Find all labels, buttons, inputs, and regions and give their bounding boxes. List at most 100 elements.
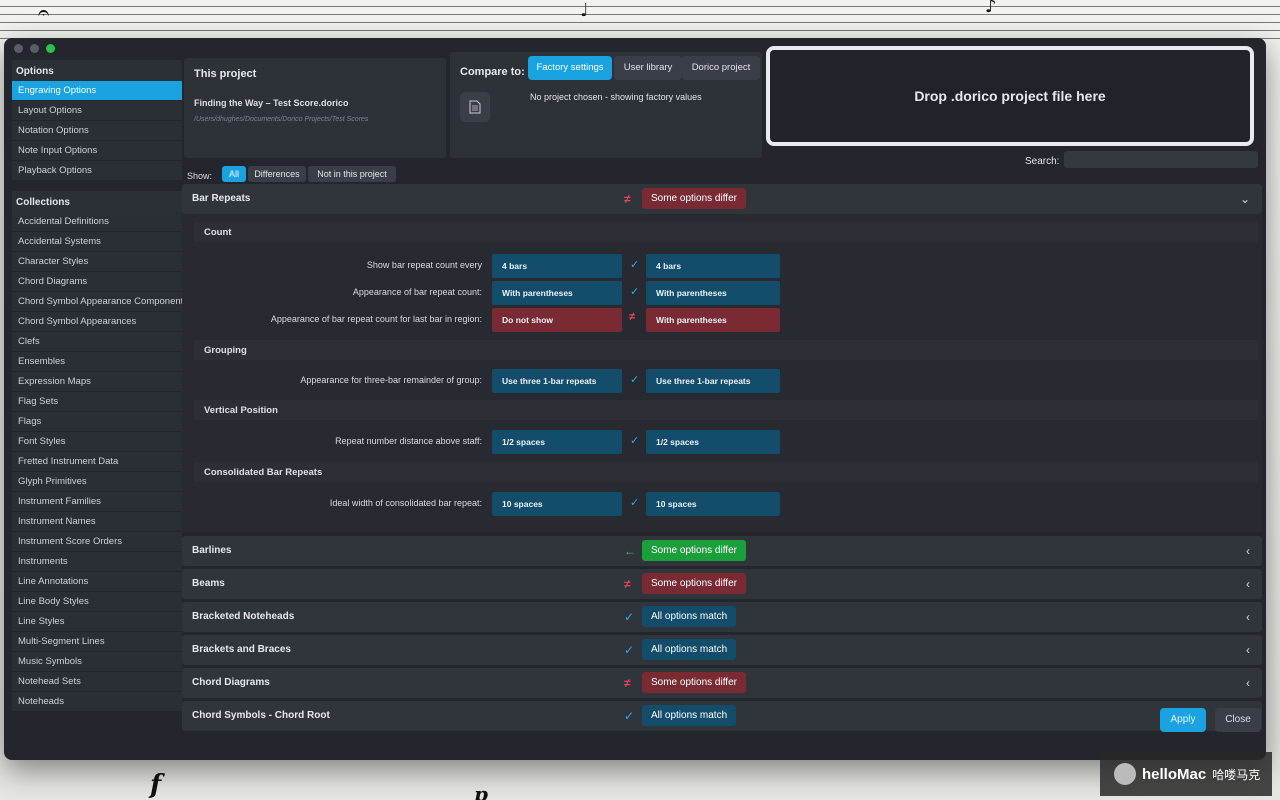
filter-differences[interactable]: Differences [248,166,306,182]
section-barlines[interactable]: Barlines ← Some options differ ‹ [182,536,1262,566]
compare-value: With parentheses [646,308,780,332]
sidebar-item-collection[interactable]: Accidental Systems [12,232,182,251]
section-beams[interactable]: Beams ≠ Some options differ ‹ [182,569,1262,599]
status-badge: Some options differ [642,573,746,594]
section-brackets-and-braces[interactable]: Brackets and Braces ✓ All options match … [182,635,1262,665]
sidebar-item-note-input-options[interactable]: Note Input Options [12,141,182,160]
minimize-window-button[interactable] [30,44,39,53]
sidebar-item-notation-options[interactable]: Notation Options [12,121,182,140]
sidebar-item-collection[interactable]: Expression Maps [12,372,182,391]
dynamic-piano: p [474,782,488,800]
sidebar-item-collection[interactable]: Instruments [12,552,182,571]
sidebar-item-collection[interactable]: Line Annotations [12,572,182,591]
status-badge: Some options differ [642,188,746,209]
section-chord-diagrams[interactable]: Chord Diagrams ≠ Some options differ ‹ [182,668,1262,698]
sidebar-item-collection[interactable]: Font Styles [12,432,182,451]
sidebar-item-playback-options[interactable]: Playback Options [12,161,182,180]
filter-all[interactable]: All [222,166,246,182]
chevron-left-icon[interactable]: ‹ [1246,544,1250,558]
project-value: 4 bars [492,254,622,278]
tab-factory-settings[interactable]: Factory settings [528,56,612,80]
sidebar-item-collection[interactable]: Clefs [12,332,182,351]
check-icon: ✓ [624,709,635,723]
watermark: helloMac 哈喽马克 [1100,752,1272,796]
sidebar-item-collection[interactable]: Multi-Segment Lines [12,632,182,651]
show-label: Show: [187,171,213,181]
sidebar-item-collection[interactable]: Instrument Names [12,512,182,531]
project-file-path: /Users/dhughes/Documents/Dorico Projects… [194,116,369,123]
dynamic-forte: f [150,770,162,800]
compare-value: 10 spaces [646,492,780,516]
status-badge: All options match [642,606,737,627]
check-icon: ✓ [630,374,640,386]
compare-value: Use three 1-bar repeats [646,369,780,393]
sidebar-item-collection[interactable]: Flags [12,412,182,431]
chevron-left-icon[interactable]: ‹ [1246,610,1250,624]
sidebar-item-collection[interactable]: Accidental Definitions [12,212,182,231]
sidebar-item-collection[interactable]: Fretted Instrument Data [12,452,182,471]
sidebar-item-collection[interactable]: Flag Sets [12,392,182,411]
watermark-brand: helloMac [1142,765,1207,783]
chevron-left-icon[interactable]: ‹ [1246,676,1250,690]
project-value: Use three 1-bar repeats [492,369,622,393]
sidebar-item-collection[interactable]: Noteheads [12,692,182,711]
sidebar-item-collection[interactable]: Line Styles [12,612,182,631]
section-chord-symbols-chord-root[interactable]: Chord Symbols - Chord Root ✓ All options… [182,701,1262,731]
sidebar-item-collection[interactable]: Glyph Primitives [12,472,182,491]
status-badge: All options match [642,639,737,660]
sidebar-item-collection[interactable]: Chord Diagrams [12,272,182,291]
project-value: Do not show [492,308,622,332]
sidebar-item-collection[interactable]: Character Styles [12,252,182,271]
section-bar-repeats[interactable]: Bar Repeats ≠ Some options differ ⌄ [182,184,1262,214]
sidebar-item-layout-options[interactable]: Layout Options [12,101,182,120]
tab-user-library[interactable]: User library [614,56,682,80]
hellomac-logo-icon [1114,763,1136,785]
sidebar-item-collection[interactable]: Instrument Score Orders [12,532,182,551]
sidebar-item-collection[interactable]: Ensembles [12,352,182,371]
drop-zone[interactable]: Drop .dorico project file here [766,46,1254,146]
status-badge: Some options differ [642,540,746,561]
choose-file-button[interactable] [460,92,490,122]
sidebar-item-collection[interactable]: Instrument Families [12,492,182,511]
tab-dorico-project[interactable]: Dorico project [682,56,760,80]
this-project-title: This project [194,68,257,80]
arrow-left-icon: ← [624,544,636,558]
group-vertical-position: Vertical Position [194,400,1258,420]
options-header: Options [12,60,182,81]
sidebar-item-collection[interactable]: Chord Symbol Appearances [12,312,182,331]
sidebar-item-collection[interactable]: Notehead Sets [12,672,182,691]
compare-value: 4 bars [646,254,780,278]
close-window-button[interactable] [14,44,23,53]
group-grouping: Grouping [194,340,1258,360]
window-controls [14,44,55,53]
chevron-left-icon[interactable]: ‹ [1246,577,1250,591]
compare-status: No project chosen - showing factory valu… [530,92,702,102]
sidebar-item-collection[interactable]: Music Symbols [12,652,182,671]
document-icon [469,100,481,114]
options-list: Bar Repeats ≠ Some options differ ⌄ Coun… [182,184,1264,754]
section-title: Chord Diagrams [192,677,270,688]
note-icon: ♩ [580,0,589,21]
sidebar-item-collection[interactable]: Chord Symbol Appearance Components [12,292,182,311]
close-button[interactable]: Close [1215,708,1261,732]
status-badge: Some options differ [642,672,746,693]
check-icon: ✓ [624,610,635,624]
chevron-down-icon[interactable]: ⌄ [1240,192,1250,206]
drop-zone-text: Drop .dorico project file here [914,88,1106,104]
chevron-left-icon[interactable]: ‹ [1246,643,1250,657]
section-bracketed-noteheads[interactable]: Bracketed Noteheads ✓ All options match … [182,602,1262,632]
check-icon: ✓ [630,286,640,298]
check-icon: ✓ [630,497,640,509]
option-label: Appearance for three-bar remainder of gr… [300,375,482,385]
sidebar-item-engraving-options[interactable]: Engraving Options [12,81,182,100]
search-input[interactable] [1064,151,1258,168]
zoom-window-button[interactable] [46,44,55,53]
not-equal-icon: ≠ [624,192,631,206]
filter-not-in-project[interactable]: Not in this project [308,166,396,182]
status-badge: All options match [642,705,737,726]
watermark-cn: 哈喽马克 [1212,767,1261,782]
option-label: Repeat number distance above staff: [335,436,482,446]
sidebar-item-collection[interactable]: Line Body Styles [12,592,182,611]
apply-button[interactable]: Apply [1160,708,1206,732]
project-value: 1/2 spaces [492,430,622,454]
